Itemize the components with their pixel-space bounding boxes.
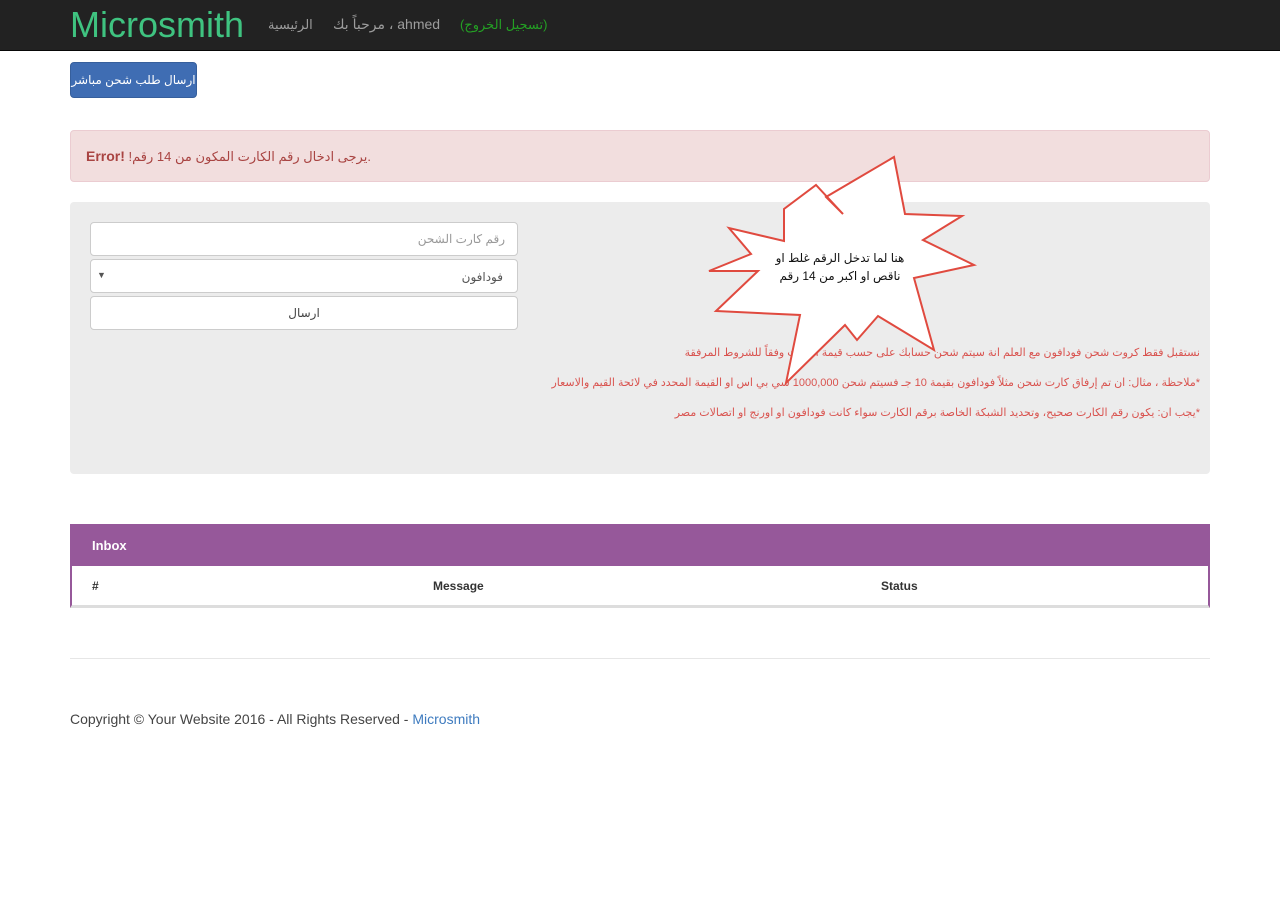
column-header-message: Message bbox=[433, 579, 484, 593]
submit-button[interactable]: ارسال bbox=[90, 296, 518, 330]
top-navbar: Microsmith الرئيسية مرحباً بك ، ahmed (ت… bbox=[0, 0, 1280, 51]
direct-recharge-request-button[interactable]: ارسال طلب شحن مباشر bbox=[70, 62, 197, 98]
nav-logout-link[interactable]: (تسجيل الخروج) bbox=[460, 17, 547, 33]
card-number-field[interactable] bbox=[90, 222, 518, 256]
column-header-status: Status bbox=[881, 579, 918, 593]
inbox-title: Inbox bbox=[70, 524, 1210, 566]
footer-copyright: Copyright © Your Website 2016 - All Righ… bbox=[70, 711, 480, 727]
footer-site-link[interactable]: Microsmith bbox=[412, 711, 480, 727]
network-select[interactable]: فودافون ▼ bbox=[90, 259, 518, 293]
brand-logo[interactable]: Microsmith bbox=[70, 5, 244, 45]
recharge-form-panel: فودافون ▼ ارسال نستقبل فقط كروت شحن فودا… bbox=[70, 202, 1210, 474]
error-alert-message: !يرجى ادخال رقم الكارت المكون من 14 رقم. bbox=[128, 149, 371, 164]
footer-copyright-text: Copyright © Your Website 2016 - All Righ… bbox=[70, 711, 413, 727]
callout-text: هنا لما تدخل الرقم غلط او ناقص او اكبر م… bbox=[775, 251, 905, 283]
footer-divider bbox=[70, 658, 1210, 659]
note-text: *يجب ان: يكون رقم الكارت صحيح، وتحديد ال… bbox=[674, 407, 1200, 419]
nav-home-link[interactable]: الرئيسية bbox=[268, 17, 313, 33]
error-alert: Error! !يرجى ادخال رقم الكارت المكون من … bbox=[70, 130, 1210, 182]
nav-welcome-text: مرحباً بك ، ahmed bbox=[333, 16, 441, 32]
card-number-input[interactable] bbox=[91, 223, 517, 255]
error-alert-label: Error! bbox=[86, 148, 125, 164]
network-select-value: فودافون bbox=[461, 270, 503, 284]
column-header-number: # bbox=[92, 579, 99, 593]
caret-down-icon: ▼ bbox=[97, 270, 106, 280]
inbox-panel: Inbox # Message Status bbox=[70, 524, 1210, 608]
